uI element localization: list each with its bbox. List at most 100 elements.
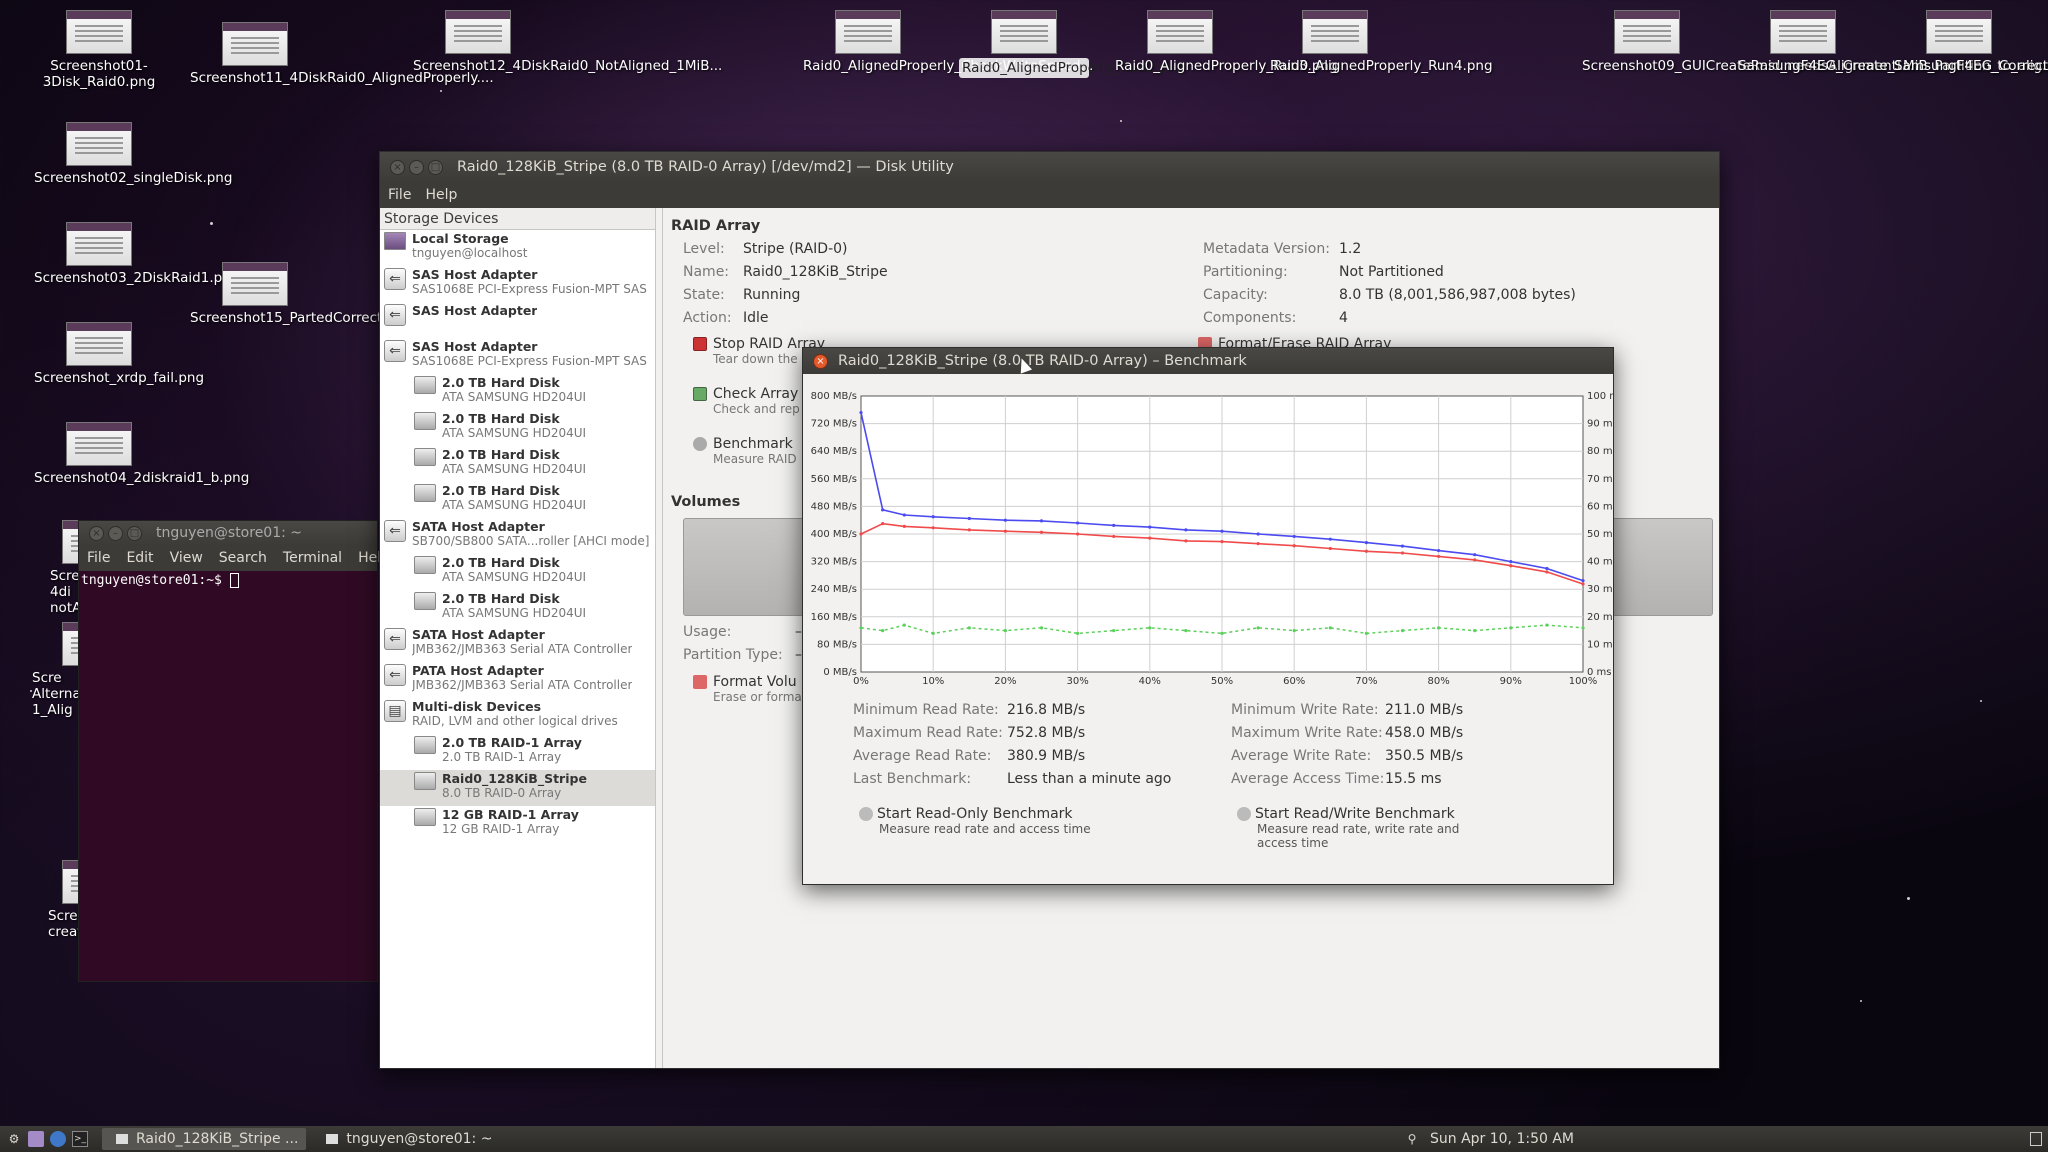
image-file-icon [66, 222, 132, 266]
desktop-icon[interactable]: Screenshot03_2DiskRaid1.png [34, 222, 239, 286]
format-icon [693, 675, 707, 689]
y-tick-label-right: 40 ms [1587, 557, 1613, 568]
maximize-button[interactable]: □ [428, 159, 443, 175]
device-item[interactable]: Raid0_128KiB_Stripe 8.0 TB RAID-0 Array [380, 770, 655, 806]
data-point [1148, 626, 1152, 630]
desktop-icon[interactable]: Screenshot12_4DiskRaid0_NotAligned_1MiB.… [413, 10, 722, 74]
dialog-titlebar[interactable]: × Raid0_128KiB_Stripe (8.0 TB RAID-0 Arr… [803, 348, 1613, 374]
device-item[interactable]: ⇐ SAS Host Adapter [380, 302, 655, 338]
device-item[interactable]: 2.0 TB RAID-1 Array 2.0 TB RAID-1 Array [380, 734, 655, 770]
volumes-section-title: Volumes [671, 494, 741, 510]
file-manager-icon[interactable] [28, 1131, 44, 1147]
device-item[interactable]: Local Storage tnguyen@localhost [380, 230, 655, 266]
device-item[interactable]: ⇐ SATA Host Adapter SB700/SB800 SATA...rol… [380, 518, 655, 554]
desktop-icon[interactable]: SamsungF4EG_Create_1MiB_Partition_to_ali… [1738, 10, 2048, 74]
device-item[interactable]: ⇐ PATA Host Adapter JMB362/JMB363 Serial A… [380, 662, 655, 698]
data-point [1292, 544, 1296, 548]
device-item[interactable]: 2.0 TB Hard Disk ATA SAMSUNG HD204UI [380, 482, 655, 518]
device-item[interactable]: ⇐ SAS Host Adapter SAS1068E PCI-Express Fu… [380, 266, 655, 302]
desktop-icon[interactable]: Screenshot02_singleDisk.png [34, 122, 232, 186]
trash-icon[interactable] [2030, 1132, 2042, 1146]
close-button[interactable]: × [89, 525, 104, 541]
menu-help[interactable]: Help [425, 187, 457, 203]
device-item[interactable]: ▤ Multi-disk Devices RAID, LVM and other l… [380, 698, 655, 734]
x-tick-label: 60% [1283, 676, 1305, 687]
terminal-window[interactable]: × – □ tnguyen@store01: ~ File Edit View Se… [78, 520, 390, 982]
taskbar-item-disk-utility[interactable]: Raid0_128KiB_Stripe ... [102, 1128, 307, 1150]
y-tick-label-left: 720 MB/s [811, 419, 857, 430]
window-titlebar[interactable]: × – □ Raid0_128KiB_Stripe (8.0 TB RAID-0 A… [380, 152, 1719, 182]
taskbar-item-terminal[interactable]: tnguyen@store01: ~ [312, 1128, 500, 1150]
desktop-icon[interactable]: Screenshot04_2diskraid1_b.png [34, 422, 249, 486]
menu-terminal[interactable]: Terminal [283, 550, 342, 566]
close-button[interactable]: × [390, 159, 405, 175]
device-item[interactable]: 2.0 TB Hard Disk ATA SAMSUNG HD204UI [380, 590, 655, 626]
device-name: SAS Host Adapter [412, 268, 538, 282]
desktop-icon[interactable]: Scre creat [12, 860, 128, 940]
raid-icon [414, 808, 436, 826]
close-button[interactable]: × [813, 353, 828, 369]
start-read-only-benchmark-button[interactable]: Start Read-Only Benchmark Measure read r… [859, 806, 1159, 836]
desktop-icon[interactable]: Screenshot15_PartedCorrectAlignment.png [190, 262, 481, 326]
menu-view[interactable]: View [170, 550, 203, 566]
benchmark-button[interactable]: Benchmark Measure RAID [693, 436, 797, 466]
benchmark-dialog[interactable]: × Raid0_128KiB_Stripe (8.0 TB RAID-0 Arr… [802, 347, 1614, 885]
image-file-icon [66, 122, 132, 166]
raid-icon [414, 736, 436, 754]
last-benchmark-value: Less than a minute ago [1007, 771, 1172, 787]
menu-file[interactable]: File [388, 187, 411, 203]
device-item[interactable]: 2.0 TB Hard Disk ATA SAMSUNG HD204UI [380, 554, 655, 590]
desktop-icon[interactable]: Screenshot01-3Disk_Raid0.png [34, 10, 164, 90]
menu-file[interactable]: File [87, 550, 110, 566]
device-name: Local Storage [412, 232, 509, 246]
state-value: Running [743, 287, 801, 303]
device-item[interactable]: 2.0 TB Hard Disk ATA SAMSUNG HD204UI [380, 446, 655, 482]
data-point [1437, 626, 1441, 630]
data-point [931, 631, 935, 635]
data-point [1076, 521, 1080, 525]
terminal-title: tnguyen@store01: ~ [156, 525, 303, 541]
desktop-icon[interactable]: Scre 4di notA [12, 520, 128, 616]
web-browser-icon[interactable] [50, 1131, 66, 1147]
desktop-icon[interactable]: Raid0_AlignedProperly_CheckWriteSpeed... [803, 10, 1093, 74]
network-icon[interactable]: ⚲ [1404, 1131, 1420, 1147]
format-volume-button[interactable]: Format Volu Erase or forma [693, 674, 802, 704]
device-item[interactable]: ⇐ SATA Host Adapter JMB362/JMB363 Serial A… [380, 626, 655, 662]
start-read-write-benchmark-button[interactable]: Start Read/Write Benchmark Measure read … [1237, 806, 1497, 850]
device-description: 2.0 TB RAID-1 Array [442, 750, 562, 764]
y-tick-label-right: 30 ms [1587, 584, 1613, 595]
device-name: 2.0 TB RAID-1 Array [442, 736, 582, 750]
desktop-icon[interactable]: Screenshot11_4DiskRaid0_AlignedProperly.… [190, 22, 494, 86]
device-item[interactable]: 2.0 TB Hard Disk ATA SAMSUNG HD204UI [380, 374, 655, 410]
minimize-button[interactable]: – [409, 159, 424, 175]
desktop-icon[interactable]: Raid0_AlignedProperly_Run3.png [1115, 10, 1338, 74]
data-point [1256, 532, 1260, 536]
terminal-body[interactable]: tnguyen@store01:~$ [79, 571, 377, 590]
device-item[interactable]: 12 GB RAID-1 Array 12 GB RAID-1 Array [380, 806, 655, 842]
desktop-icon[interactable]: Raid0_AlignedProperly_Run4.png [1270, 10, 1493, 74]
name-field: Name: Raid0_128KiB_Stripe [683, 264, 888, 280]
data-point [1112, 523, 1116, 527]
desktop-icon[interactable]: SamsungF4EG_CorrectlyAligned.png [1894, 10, 2048, 74]
data-point [1292, 534, 1296, 539]
max-write-label: Maximum Write Rate: [1231, 725, 1383, 741]
show-desktop-icon[interactable]: ⚙ [6, 1131, 22, 1147]
maximize-button[interactable]: □ [127, 525, 142, 541]
menu-edit[interactable]: Edit [126, 550, 153, 566]
name-value: Raid0_128KiB_Stripe [743, 264, 888, 280]
device-item[interactable]: 2.0 TB Hard Disk ATA SAMSUNG HD204UI [380, 410, 655, 446]
clock[interactable]: Sun Apr 10, 1:50 AM [1430, 1131, 1574, 1147]
data-point [1003, 629, 1007, 633]
desktop-icon[interactable]: Screenshot_xrdp_fail.png [34, 322, 204, 386]
terminal-titlebar[interactable]: × – □ tnguyen@store01: ~ [79, 521, 377, 545]
check-array-button[interactable]: Check Array Check and rep [693, 386, 800, 416]
desktop-icon[interactable]: Screenshot09_GUICreateRaid_needsAlignmen… [1582, 10, 1914, 74]
device-name: 2.0 TB Hard Disk [442, 592, 560, 606]
x-tick-label: 10% [922, 676, 944, 687]
minimize-button[interactable]: – [108, 525, 123, 541]
desktop-icon[interactable]: Raid0_AlignedProperly_Run2.png [959, 10, 1185, 78]
device-item[interactable]: ⇐ SAS Host Adapter SAS1068E PCI-Express Fu… [380, 338, 655, 374]
menu-search[interactable]: Search [219, 550, 267, 566]
desktop-icon[interactable]: Scre Alterna 1_Alig [12, 622, 128, 718]
terminal-launcher-icon[interactable]: >_ [72, 1131, 88, 1147]
